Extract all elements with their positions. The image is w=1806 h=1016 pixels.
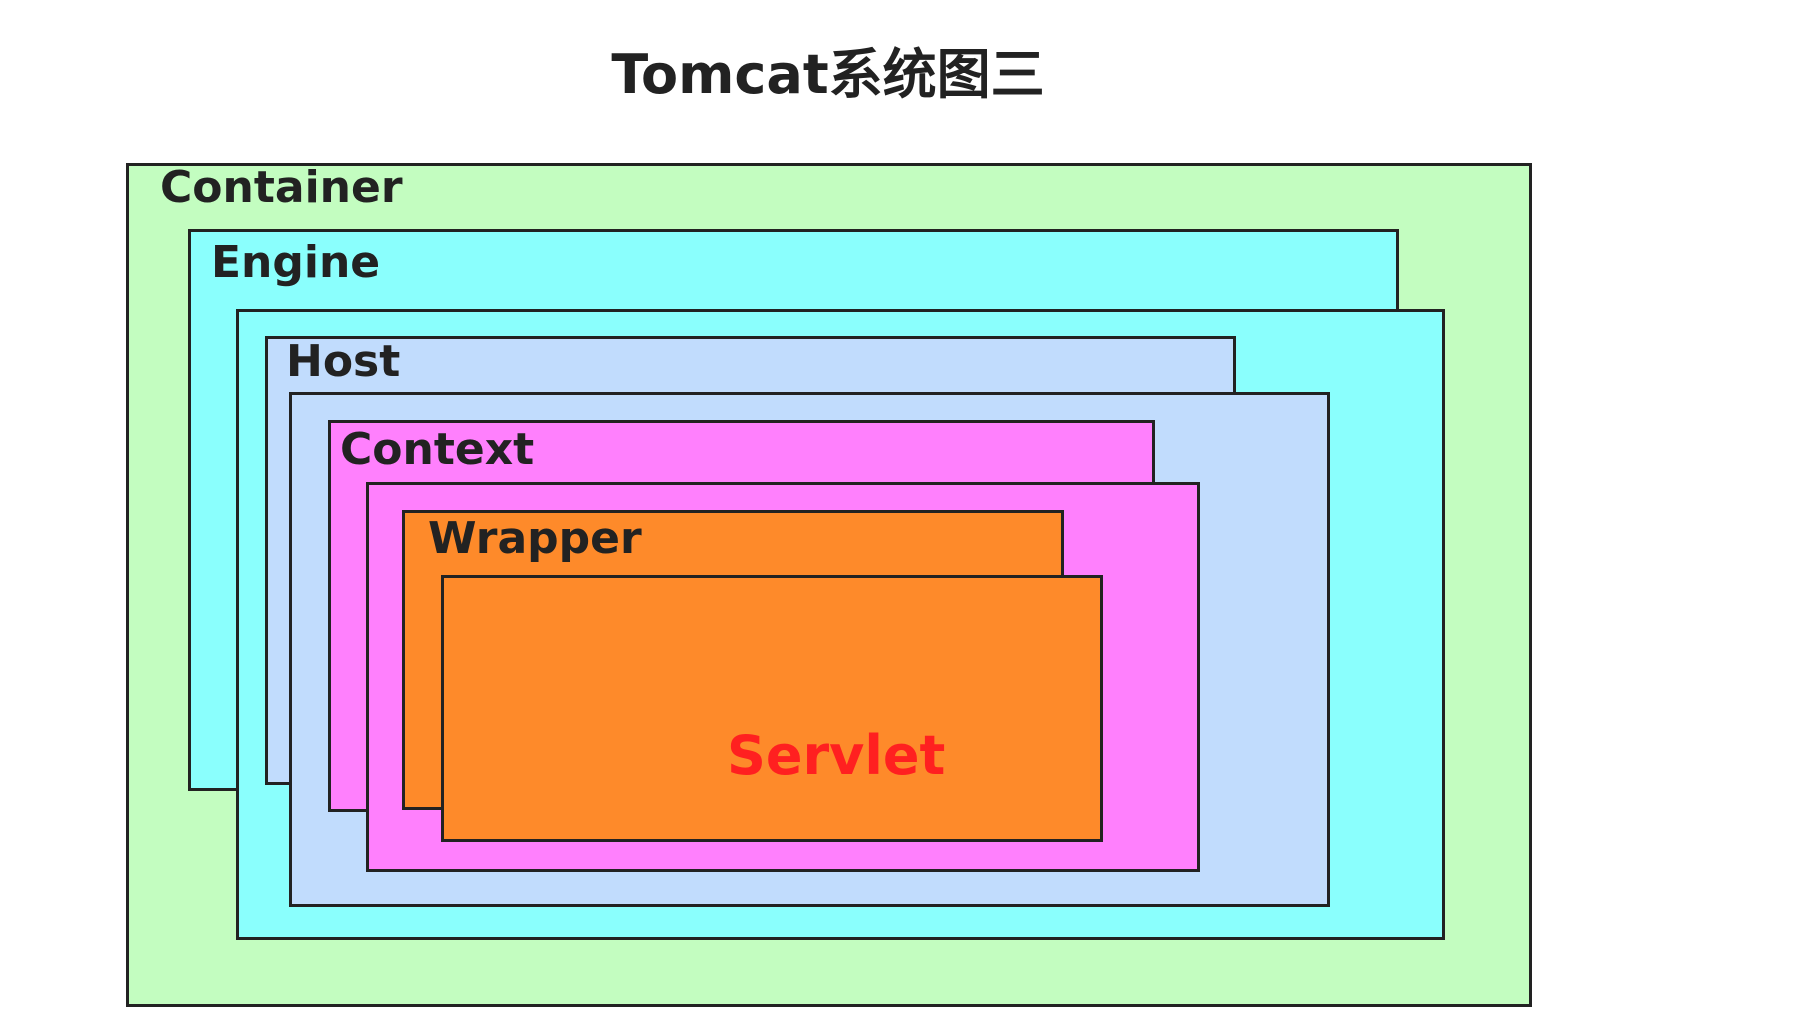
diagram-title: Tomcat系统图三	[611, 43, 1045, 106]
wrapper-label: Wrapper	[428, 513, 642, 564]
engine-label: Engine	[211, 237, 381, 288]
servlet-box	[441, 575, 1103, 842]
context-label: Context	[340, 424, 535, 475]
servlet-label: Servlet	[727, 724, 946, 787]
container-label: Container	[160, 162, 403, 213]
host-label: Host	[286, 336, 401, 387]
